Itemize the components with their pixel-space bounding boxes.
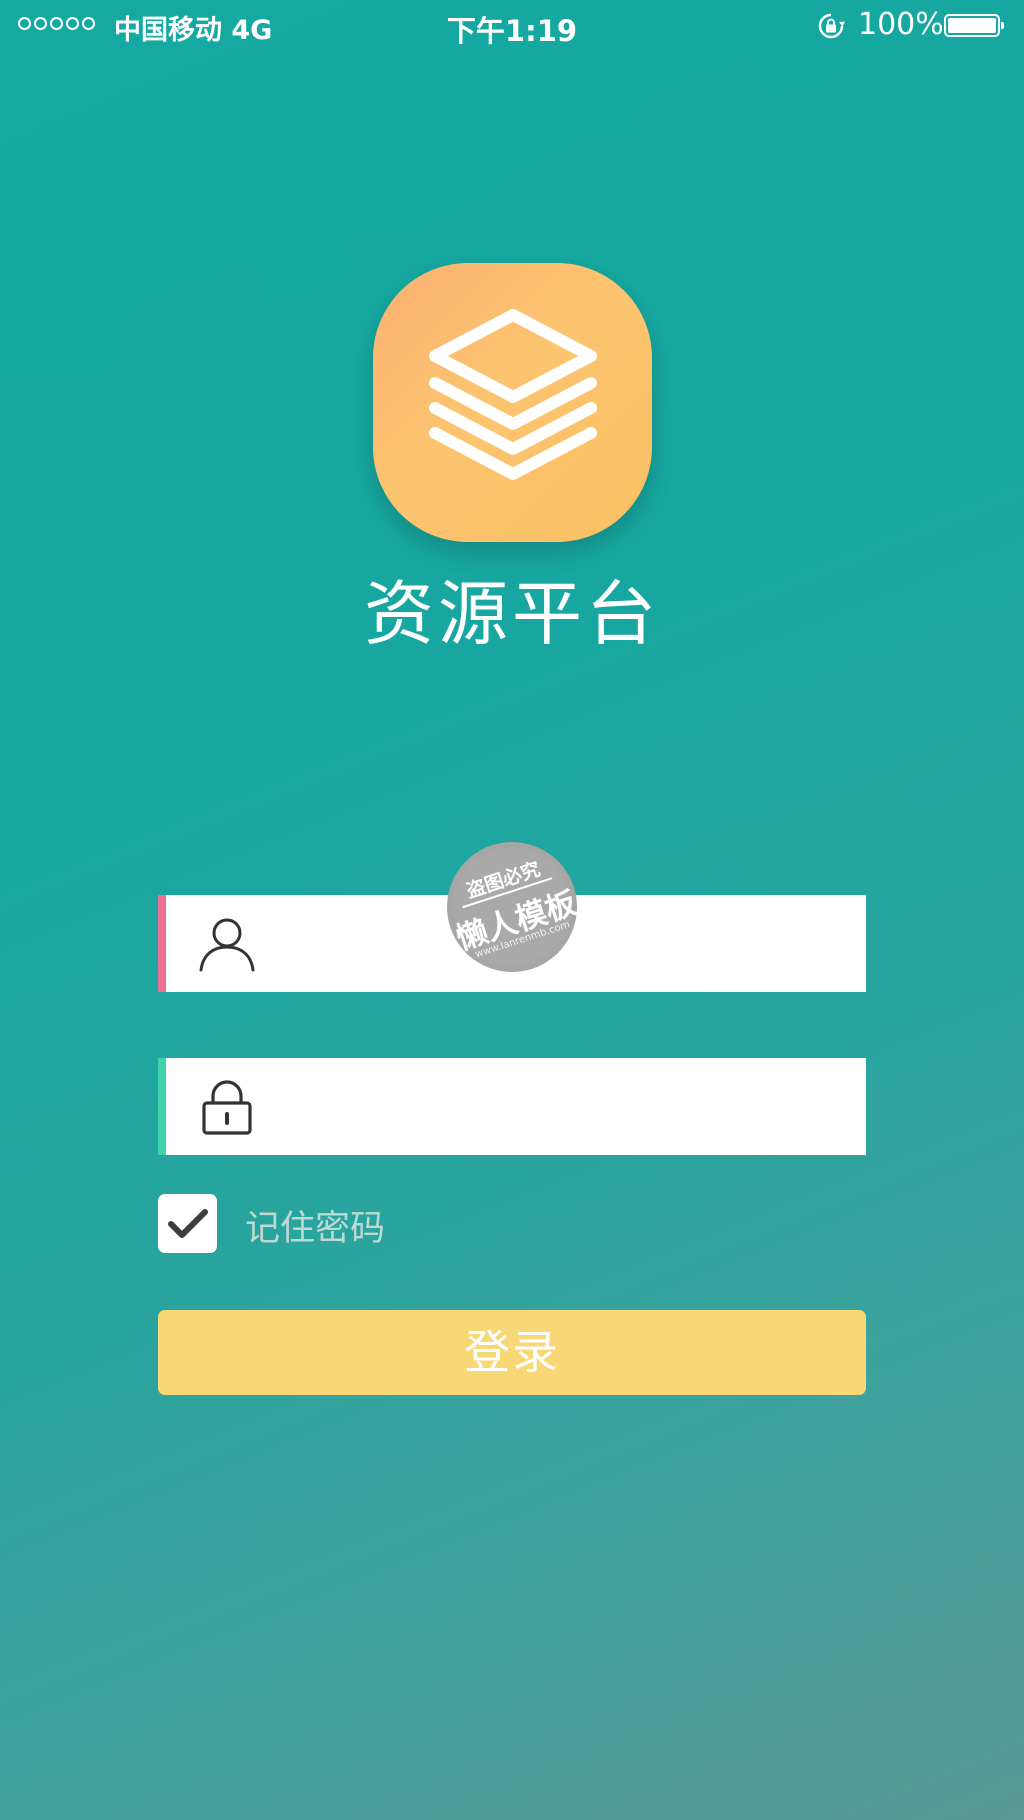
user-icon xyxy=(199,918,255,972)
lock-icon xyxy=(202,1080,252,1135)
login-button[interactable]: 登录 xyxy=(158,1310,866,1395)
app-logo xyxy=(373,263,652,542)
checkmark-icon xyxy=(168,1209,208,1238)
password-accent-bar xyxy=(158,1058,166,1155)
layers-stack-icon xyxy=(429,309,597,480)
rotation-lock-icon xyxy=(818,13,845,39)
battery-percentage: 100% xyxy=(858,7,944,42)
password-field[interactable] xyxy=(158,1058,866,1157)
battery-icon xyxy=(944,14,1004,37)
status-bar: 中国移动 4G 下午1:19 100% xyxy=(0,0,1024,52)
login-screen: 中国移动 4G 下午1:19 100% 资源平台 记住密码 登录 盗图必究 懒人… xyxy=(0,0,1024,1820)
password-input[interactable] xyxy=(278,1058,852,1157)
remember-password-label[interactable]: 记住密码 xyxy=(245,1200,385,1251)
username-accent-bar xyxy=(158,895,166,992)
app-title: 资源平台 xyxy=(364,573,660,655)
remember-password-checkbox[interactable] xyxy=(158,1194,217,1253)
